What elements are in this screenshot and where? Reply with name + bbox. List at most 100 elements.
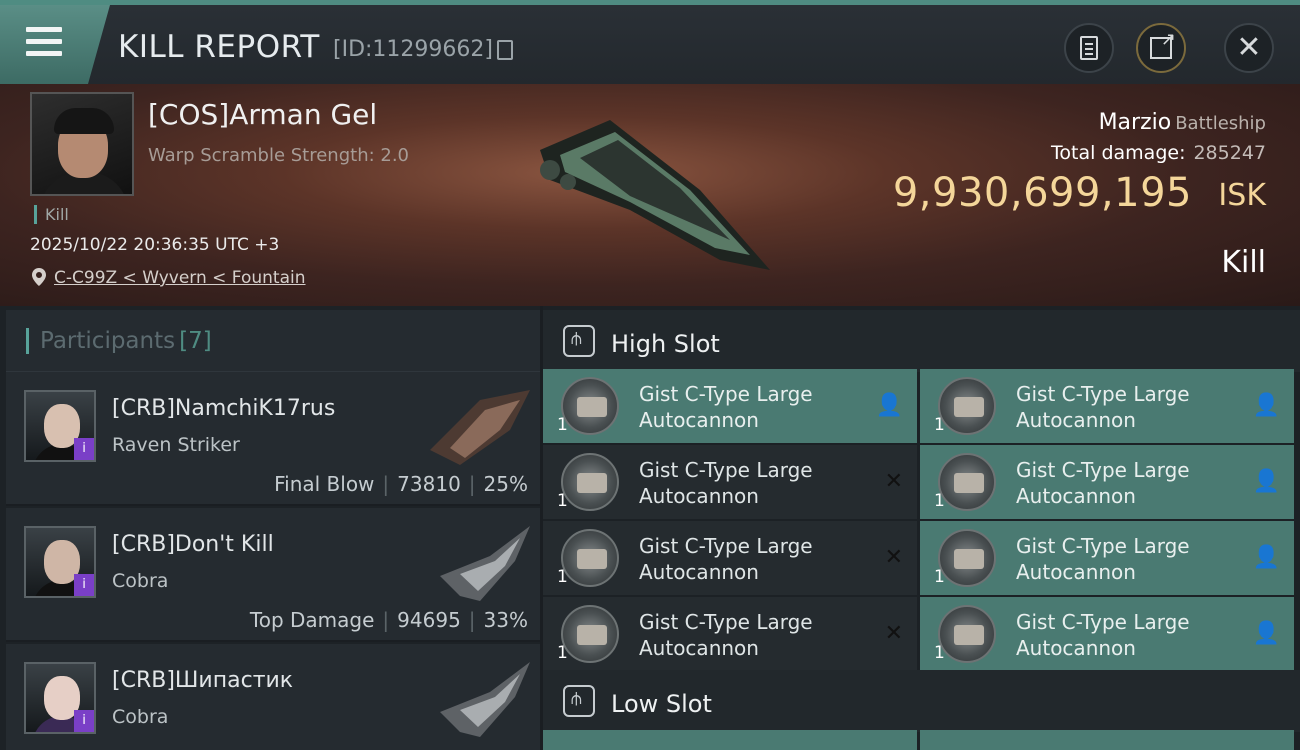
module-name: Gist C-Type Large Autocannon [639,610,813,660]
module-quantity: 1 [934,491,945,511]
module-item[interactable] [920,730,1294,750]
module-name: Gist C-Type Large Autocannon [639,458,813,508]
destroyed-x-icon: ✕ [884,469,903,494]
badge-icon: i [74,438,94,460]
badge-icon: i [74,574,94,596]
person-icon: 👤 [1252,393,1280,418]
module-item[interactable]: 1 Gist C-Type Large Autocannon 👤 [920,521,1294,595]
module-name: Gist C-Type Large Autocannon [639,382,813,432]
high-slot-icon [563,325,595,357]
participant-role: Final Blow [274,472,375,496]
module-item[interactable]: 1 Gist C-Type Large Autocannon ✕ [543,445,917,519]
victim-warp-scramble: Warp Scramble Strength: 2.0 [148,145,410,166]
copy-icon[interactable] [497,40,513,60]
avatar[interactable]: i [24,526,96,598]
module-quantity: 1 [934,415,945,435]
autocannon-icon [938,377,996,435]
menu-button[interactable] [0,5,110,84]
autocannon-icon [938,453,996,511]
hamburger-menu-icon [26,27,62,57]
ship-name: Marzio [1098,110,1172,135]
participants-header: Participants [7] [6,310,540,372]
module-item[interactable]: 1 Gist C-Type Large Autocannon 👤 [543,369,917,443]
participants-panel: Participants [7] i [CRB]NamchiK17rus Rave… [0,306,540,750]
participant-percent: 25% [483,472,528,496]
module-name: Gist C-Type Large Autocannon [1016,534,1190,584]
participant-percent: 33% [483,608,528,632]
clipboard-icon [1080,36,1098,60]
participant-role: Top Damage [249,608,375,632]
module-quantity: 1 [934,643,945,663]
module-name: Gist C-Type Large Autocannon [1016,610,1190,660]
close-icon: ✕ [1236,30,1262,65]
high-slot-title: High Slot [611,330,720,358]
module-name: Gist C-Type Large Autocannon [1016,382,1190,432]
participant-ship-image [430,390,530,465]
participant-damage: 94695 [397,608,461,632]
participant-ship-image [440,662,530,737]
ship-class: Battleship [1175,113,1266,134]
destroyed-x-icon: ✕ [884,545,903,570]
autocannon-icon [561,529,619,587]
participants-title: Participants [7] [40,328,212,354]
participant-name: [CRB]NamchiK17rus [112,396,336,421]
person-icon: 👤 [1252,621,1280,646]
badge-icon: i [74,710,94,732]
participant-row[interactable]: i [CRB]Don't Kill Cobra Top Damage | 94695… [6,508,540,642]
participant-row[interactable]: i [CRB]NamchiK17rus Raven Striker Final … [6,372,540,506]
victim-ship-image[interactable] [520,110,780,280]
total-damage-value: 285247 [1193,142,1266,164]
module-quantity: 1 [557,415,568,435]
autocannon-icon [561,377,619,435]
module-name: Gist C-Type Large Autocannon [639,534,813,584]
participant-ship: Cobra [112,570,169,592]
total-damage-label: Total damage: [1051,142,1186,164]
module-quantity: 1 [557,643,568,663]
isk-value: 9,930,699,195 [892,170,1192,216]
person-icon: 👤 [875,393,903,418]
low-slot-icon [563,685,595,717]
fitting-panel: High Slot 1 Gist C-Type LargeAutocannon … [543,306,1300,750]
module-item[interactable]: 1 Gist C-Type Large Autocannon ✕ [543,597,917,671]
module-item[interactable]: 1 Gist C-Type Large Autocannon ✕ [543,521,917,595]
module-quantity: 1 [934,567,945,587]
module-quantity: 1 [557,491,568,511]
top-bar: KILL REPORT [ID:11299662] ✕ [0,0,1300,84]
kill-location-link[interactable]: C-C99Z < Wyvern < Fountain [54,268,306,288]
page-title: KILL REPORT [118,29,320,65]
participants-count: [7] [179,328,212,354]
participant-row[interactable]: i [CRB]Шипастик Cobra [6,644,540,750]
avatar[interactable]: i [24,662,96,734]
module-item[interactable]: 1 Gist C-Type Large Autocannon 👤 [920,369,1294,443]
victim-name: [COS]Arman Gel [148,98,378,131]
low-slot-title: Low Slot [611,690,712,718]
autocannon-icon [938,605,996,663]
kill-tag: Kill [34,205,69,224]
module-item[interactable]: 1 Gist C-Type Large Autocannon 👤 [920,597,1294,671]
share-button[interactable] [1136,23,1186,73]
participant-ship: Raven Striker [112,434,240,456]
victim-portrait[interactable] [30,92,134,196]
module-item[interactable] [543,730,917,750]
module-name: Gist C-Type Large Autocannon [1016,458,1190,508]
clipboard-button[interactable] [1064,23,1114,73]
person-icon: 👤 [1252,469,1280,494]
module-item[interactable]: 1 Gist C-Type Large Autocannon 👤 [920,445,1294,519]
participant-stats: Top Damage | 94695 | 33% [249,608,528,632]
module-quantity: 1 [557,567,568,587]
high-slot-header: High Slot [543,310,1300,372]
report-id: [ID:11299662] [333,37,493,62]
participant-stats: Final Blow | 73810 | 25% [274,472,528,496]
isk-unit: ISK [1218,178,1266,213]
close-button[interactable]: ✕ [1224,23,1274,73]
kill-timestamp: 2025/10/22 20:36:35 UTC +3 [30,235,280,255]
kill-type: Kill [1221,245,1266,280]
low-slot-header: Low Slot [543,670,1300,732]
participant-name: [CRB]Don't Kill [112,532,274,557]
avatar[interactable]: i [24,390,96,462]
victim-ship: Marzio Battleship [1099,110,1266,135]
total-damage: Total damage: 285247 [1051,142,1266,164]
autocannon-icon [938,529,996,587]
participant-ship-image [440,526,530,601]
participant-ship: Cobra [112,706,169,728]
